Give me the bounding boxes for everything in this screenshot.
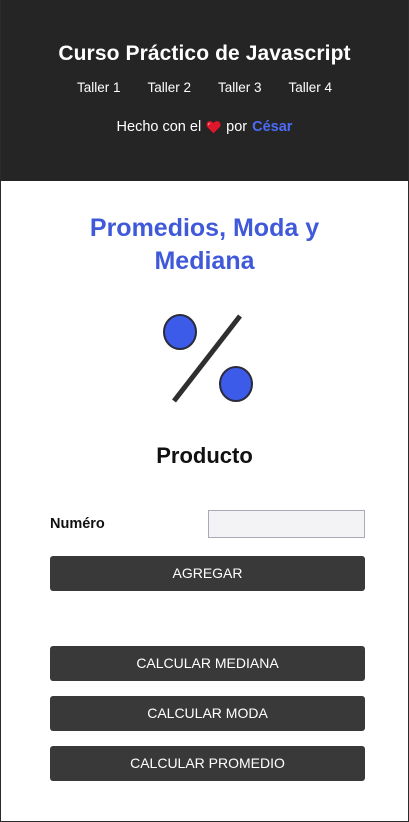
nav-link-taller-4[interactable]: Taller 4 (289, 80, 333, 95)
calculate-average-button[interactable]: CALCULAR PROMEDIO (50, 746, 365, 781)
credits-by: por (226, 119, 248, 135)
number-label: Numéro (50, 516, 105, 532)
product-heading: Producto (156, 443, 253, 468)
author-link[interactable]: César (252, 119, 292, 135)
credits-prefix: Hecho con el (116, 119, 202, 135)
main-nav: Taller 1 Taller 2 Taller 3 Taller 4 (1, 80, 408, 95)
number-input[interactable] (208, 510, 365, 538)
site-header: Curso Práctico de Javascript Taller 1 Ta… (1, 0, 408, 181)
percent-icon (156, 308, 260, 408)
calculate-mode-button[interactable]: CALCULAR MODA (50, 696, 365, 731)
page-title: Promedios, Moda y Mediana (89, 214, 320, 275)
heart-icon (206, 120, 221, 134)
nav-link-taller-2[interactable]: Taller 2 (147, 80, 191, 95)
calculate-median-button[interactable]: CALCULAR MEDIANA (50, 646, 365, 681)
nav-link-taller-1[interactable]: Taller 1 (77, 80, 121, 95)
credits-line: Hecho con el por César (1, 119, 408, 135)
add-button[interactable]: AGREGAR (50, 556, 365, 591)
nav-link-taller-3[interactable]: Taller 3 (218, 80, 262, 95)
site-title: Curso Práctico de Javascript (58, 42, 351, 65)
page: Curso Práctico de Javascript Taller 1 Ta… (0, 0, 409, 822)
